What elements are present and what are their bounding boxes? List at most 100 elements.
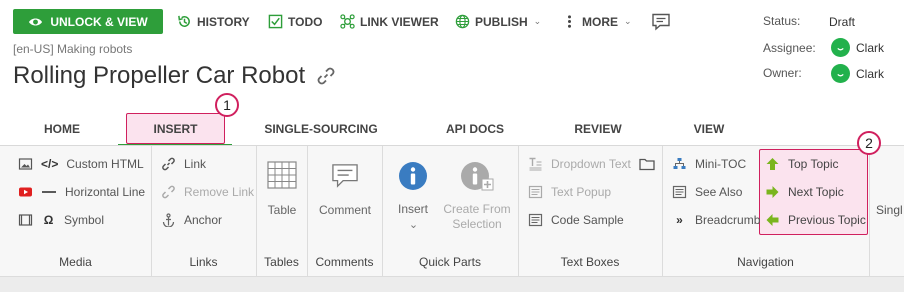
video-icon (19, 187, 32, 197)
page-title: Rolling Propeller Car Robot (13, 62, 337, 90)
top-topic-button[interactable]: Top Topic (765, 157, 838, 171)
create-from-selection-button[interactable]: Create From Selection (440, 161, 514, 232)
see-also-label: See Also (695, 185, 743, 199)
assignee-label: Assignee: (763, 41, 816, 55)
publish-menu[interactable]: PUBLISH ⌄ (455, 9, 541, 34)
ribbon-footer (0, 276, 904, 292)
publish-label: PUBLISH (475, 14, 528, 29)
mini-toc-icon (673, 158, 686, 169)
owner-user[interactable]: Clark (831, 64, 884, 83)
assignee-user[interactable]: Clark (831, 38, 884, 57)
omega-icon: Ω (43, 213, 54, 227)
code-sample-icon (528, 213, 543, 227)
code-sample-label: Code Sample (551, 213, 624, 227)
table-button[interactable]: Table (258, 161, 306, 217)
group-label-text-boxes: Text Boxes (560, 255, 620, 269)
comment-icon (332, 164, 358, 188)
code-sample-button[interactable]: Code Sample (528, 213, 624, 227)
comment-label: Comment (318, 203, 371, 217)
arrow-up-icon (766, 158, 779, 170)
more-label: MORE (582, 14, 618, 29)
code-icon: </> (41, 157, 59, 171)
smiley-icon (837, 47, 844, 51)
group-label-quick-parts: Quick Parts (418, 255, 481, 269)
comments-toggle-button[interactable] (651, 9, 671, 34)
insert-quick-part-label: Insert (397, 202, 428, 216)
anchor-label: Anchor (184, 213, 223, 227)
chevron-down-icon: ⌄ (624, 16, 632, 26)
top-topic-label: Top Topic (788, 157, 839, 171)
previous-topic-button[interactable]: Previous Topic (765, 213, 866, 227)
mini-toc-button[interactable]: Mini-TOC (672, 157, 746, 171)
comment-icon (652, 13, 670, 31)
breadcrumb[interactable]: [en-US] Making robots (13, 42, 132, 56)
truncated-group-label: Singl (876, 203, 903, 217)
next-topic-button[interactable]: Next Topic (765, 185, 844, 199)
group-label-tables: Tables (264, 255, 299, 269)
group-divider (869, 146, 870, 276)
insert-quick-part-menu[interactable]: Insert ⌄ (388, 161, 438, 231)
link-icon (162, 157, 175, 171)
see-also-button[interactable]: See Also (672, 185, 742, 199)
text-popup-label: Text Popup (551, 185, 612, 199)
tab-home[interactable]: HOME (30, 113, 94, 144)
film-icon (18, 214, 33, 226)
tab-view[interactable]: VIEW (683, 113, 735, 144)
folder-icon (639, 158, 655, 171)
unlink-icon (162, 185, 175, 199)
custom-html-label: Custom HTML (66, 157, 144, 171)
symbol-button[interactable]: Ω Symbol (18, 213, 104, 227)
avatar (831, 64, 850, 83)
history-button[interactable]: HISTORY (177, 9, 250, 34)
history-icon (178, 15, 190, 27)
breadcrumb-label: Breadcrumb (695, 213, 761, 227)
table-label: Table (267, 203, 297, 217)
group-label-navigation: Navigation (737, 255, 794, 269)
group-label-media: Media (59, 255, 92, 269)
tab-api-docs[interactable]: API DOCS (436, 113, 514, 144)
info-icon (399, 162, 427, 190)
unlock-view-button[interactable]: UNLOCK & VIEW (13, 9, 163, 34)
previous-topic-label: Previous Topic (788, 213, 866, 227)
todo-button[interactable]: TODO (268, 9, 322, 34)
custom-html-button[interactable]: </> Custom HTML (18, 157, 144, 171)
globe-icon (455, 14, 470, 29)
breadcrumb-button[interactable]: » Breadcrumb (672, 213, 760, 227)
text-popup-icon (528, 185, 543, 199)
vertical-dots-icon (568, 15, 571, 28)
anchor-icon (162, 213, 175, 227)
status-value: Draft (829, 15, 856, 29)
truncated-group-item[interactable]: Singl (876, 203, 903, 217)
tab-single-sourcing[interactable]: SINGLE-SOURCING (256, 113, 386, 144)
text-popup-button[interactable]: Text Popup (528, 185, 611, 199)
assignee-name: Clark (856, 40, 885, 55)
link-viewer-icon (340, 14, 355, 29)
tab-review[interactable]: REVIEW (563, 113, 633, 144)
link-button[interactable]: Link (161, 157, 206, 171)
comment-button[interactable]: Comment (309, 163, 381, 217)
table-icon (267, 161, 297, 189)
anchor-button[interactable]: Anchor (161, 213, 222, 227)
see-also-icon (672, 185, 687, 199)
dropdown-text-label: Dropdown Text (551, 157, 631, 171)
remove-link-button[interactable]: Remove Link (161, 185, 254, 199)
owner-label: Owner: (763, 66, 802, 80)
horizontal-line-button[interactable]: Horizontal Line (18, 185, 145, 199)
create-from-selection-line1: Create From (443, 202, 511, 216)
avatar (831, 38, 850, 57)
link-viewer-button[interactable]: LINK VIEWER (340, 9, 439, 34)
info-add-icon (461, 162, 494, 191)
link-label: Link (184, 157, 207, 171)
breadcrumb-icon: » (676, 213, 683, 227)
callout-badge: 1 (215, 93, 239, 117)
more-menu[interactable]: MORE ⌄ (562, 9, 632, 34)
tab-insert[interactable]: INSERT (126, 113, 225, 144)
dropdown-text-button[interactable]: Dropdown Text (528, 157, 655, 171)
ribbon-tabs: HOME INSERT SINGLE-SOURCING API DOCS REV… (0, 113, 904, 147)
mini-toc-label: Mini-TOC (695, 157, 747, 171)
owner-name: Clark (856, 66, 885, 81)
link-icon[interactable] (315, 65, 337, 87)
history-label: HISTORY (197, 14, 250, 29)
callout-badge: 2 (857, 131, 881, 155)
status-label: Status: (763, 14, 801, 28)
